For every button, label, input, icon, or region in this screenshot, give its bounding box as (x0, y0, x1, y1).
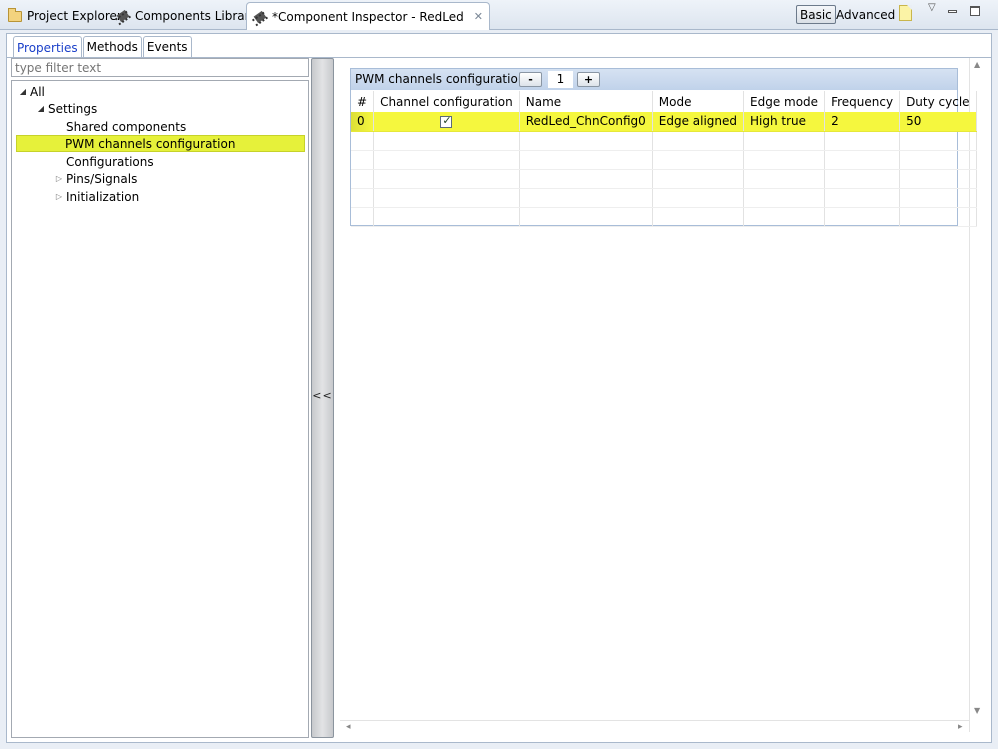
tab-methods[interactable]: Methods (82, 36, 142, 57)
tab-component-inspector[interactable]: *Component Inspector - RedLed ✕ (246, 2, 490, 30)
note-icon[interactable] (899, 5, 912, 21)
panel-splitter[interactable]: << (311, 58, 334, 738)
tab-events[interactable]: Events (142, 36, 192, 57)
tree-node-label: Pins/Signals (66, 171, 138, 186)
remove-item-button[interactable]: - (519, 72, 542, 87)
channel-config-cell (373, 112, 520, 132)
table-row[interactable]: 0 RedLed_ChnConfig0 Edge aligned High tr… (351, 112, 977, 132)
tree-node-label: PWM channels configuration (65, 136, 236, 151)
maximize-icon[interactable] (970, 6, 980, 16)
tree-node-label: All (30, 84, 45, 99)
chip-icon (116, 9, 130, 23)
duty-cycle-cell[interactable]: 50 (899, 112, 977, 132)
tree-node-label: Settings (48, 101, 98, 116)
column-header[interactable]: # (351, 91, 375, 112)
group-title: PWM channels configuration (355, 72, 526, 86)
chip-icon (253, 10, 267, 24)
advanced-mode-button[interactable]: Advanced (834, 5, 897, 24)
tree-node-shared-components[interactable]: Shared components (66, 118, 186, 135)
view-tab-bar: Project Explorer Components Library *Com… (0, 0, 998, 30)
tree-node-configurations[interactable]: Configurations (66, 153, 154, 170)
table-row-empty (351, 207, 977, 227)
tab-label: *Component Inspector - RedLed (272, 9, 464, 24)
tree-node-label: Shared components (66, 119, 187, 134)
tree-node-all[interactable]: ◢ All (16, 83, 45, 100)
column-header[interactable]: Duty cycle (899, 91, 977, 112)
add-item-button[interactable]: + (577, 72, 600, 87)
column-header[interactable]: Name (519, 91, 653, 112)
tab-label: Project Explorer (27, 9, 122, 23)
scroll-down-icon[interactable]: ▼ (974, 706, 980, 715)
edge-mode-cell[interactable]: High true (743, 112, 826, 132)
expanded-arrow-icon[interactable]: ◢ (16, 87, 30, 96)
folder-icon (8, 7, 22, 22)
tree-node-label: Initialization (66, 189, 140, 204)
frequency-cell[interactable]: 2 (824, 112, 901, 132)
channels-table: # Channel configuration Name Mode Edge m… (351, 91, 977, 227)
column-header[interactable]: Edge mode (743, 91, 826, 112)
tree-node-pwm-channels[interactable]: PWM channels configuration (16, 135, 305, 152)
name-cell[interactable]: RedLed_ChnConfig0 (519, 112, 653, 132)
scroll-right-icon[interactable]: ▸ (958, 722, 963, 732)
subtab-bar: Properties Methods Events (13, 36, 193, 58)
tab-project-explorer[interactable]: Project Explorer (2, 3, 128, 29)
inspector-panel: Properties Methods Events ◢ All ◢ Settin… (6, 33, 992, 743)
table-row-empty (351, 188, 977, 208)
scroll-left-icon[interactable]: ◂ (346, 722, 351, 732)
tree-node-settings[interactable]: ◢ Settings (34, 100, 97, 117)
filter-input[interactable] (11, 58, 309, 77)
minimize-icon[interactable] (948, 10, 957, 13)
property-tree: ◢ All ◢ Settings Shared components PWM c… (11, 80, 309, 738)
tab-components-library[interactable]: Components Library (110, 3, 263, 29)
expanded-arrow-icon[interactable]: ◢ (34, 104, 48, 113)
tree-node-label: Configurations (66, 154, 154, 169)
basic-mode-button[interactable]: Basic (796, 5, 836, 24)
table-row-empty (351, 131, 977, 151)
collapsed-arrow-icon[interactable]: ▷ (52, 192, 66, 201)
mode-cell[interactable]: Edge aligned (652, 112, 745, 132)
channel-config-checkbox[interactable] (440, 114, 453, 128)
table-row-empty (351, 150, 977, 170)
collapsed-arrow-icon[interactable]: ▷ (52, 174, 66, 183)
collapse-button[interactable]: << (312, 389, 333, 402)
item-count: 1 (548, 71, 573, 88)
table-row-empty (351, 169, 977, 189)
close-icon[interactable]: ✕ (474, 10, 483, 23)
scroll-up-icon[interactable]: ▲ (974, 60, 980, 69)
horizontal-scrollbar[interactable]: ◂ ▸ (340, 720, 969, 737)
view-menu-icon[interactable]: ▽ (928, 2, 936, 13)
column-header[interactable]: Mode (652, 91, 745, 112)
tree-node-pins-signals[interactable]: ▷ Pins/Signals (52, 170, 137, 187)
tab-properties[interactable]: Properties (13, 36, 82, 58)
pwm-channels-group: PWM channels configuration - 1 + # Chann… (350, 68, 977, 227)
row-index: 0 (351, 112, 375, 132)
tree-node-initialization[interactable]: ▷ Initialization (52, 188, 139, 205)
group-header: PWM channels configuration - 1 + (351, 69, 957, 90)
table-header-row: # Channel configuration Name Mode Edge m… (351, 91, 977, 112)
column-header[interactable]: Channel configuration (373, 91, 520, 112)
tab-label: Components Library (135, 9, 257, 23)
column-header[interactable]: Frequency (824, 91, 901, 112)
